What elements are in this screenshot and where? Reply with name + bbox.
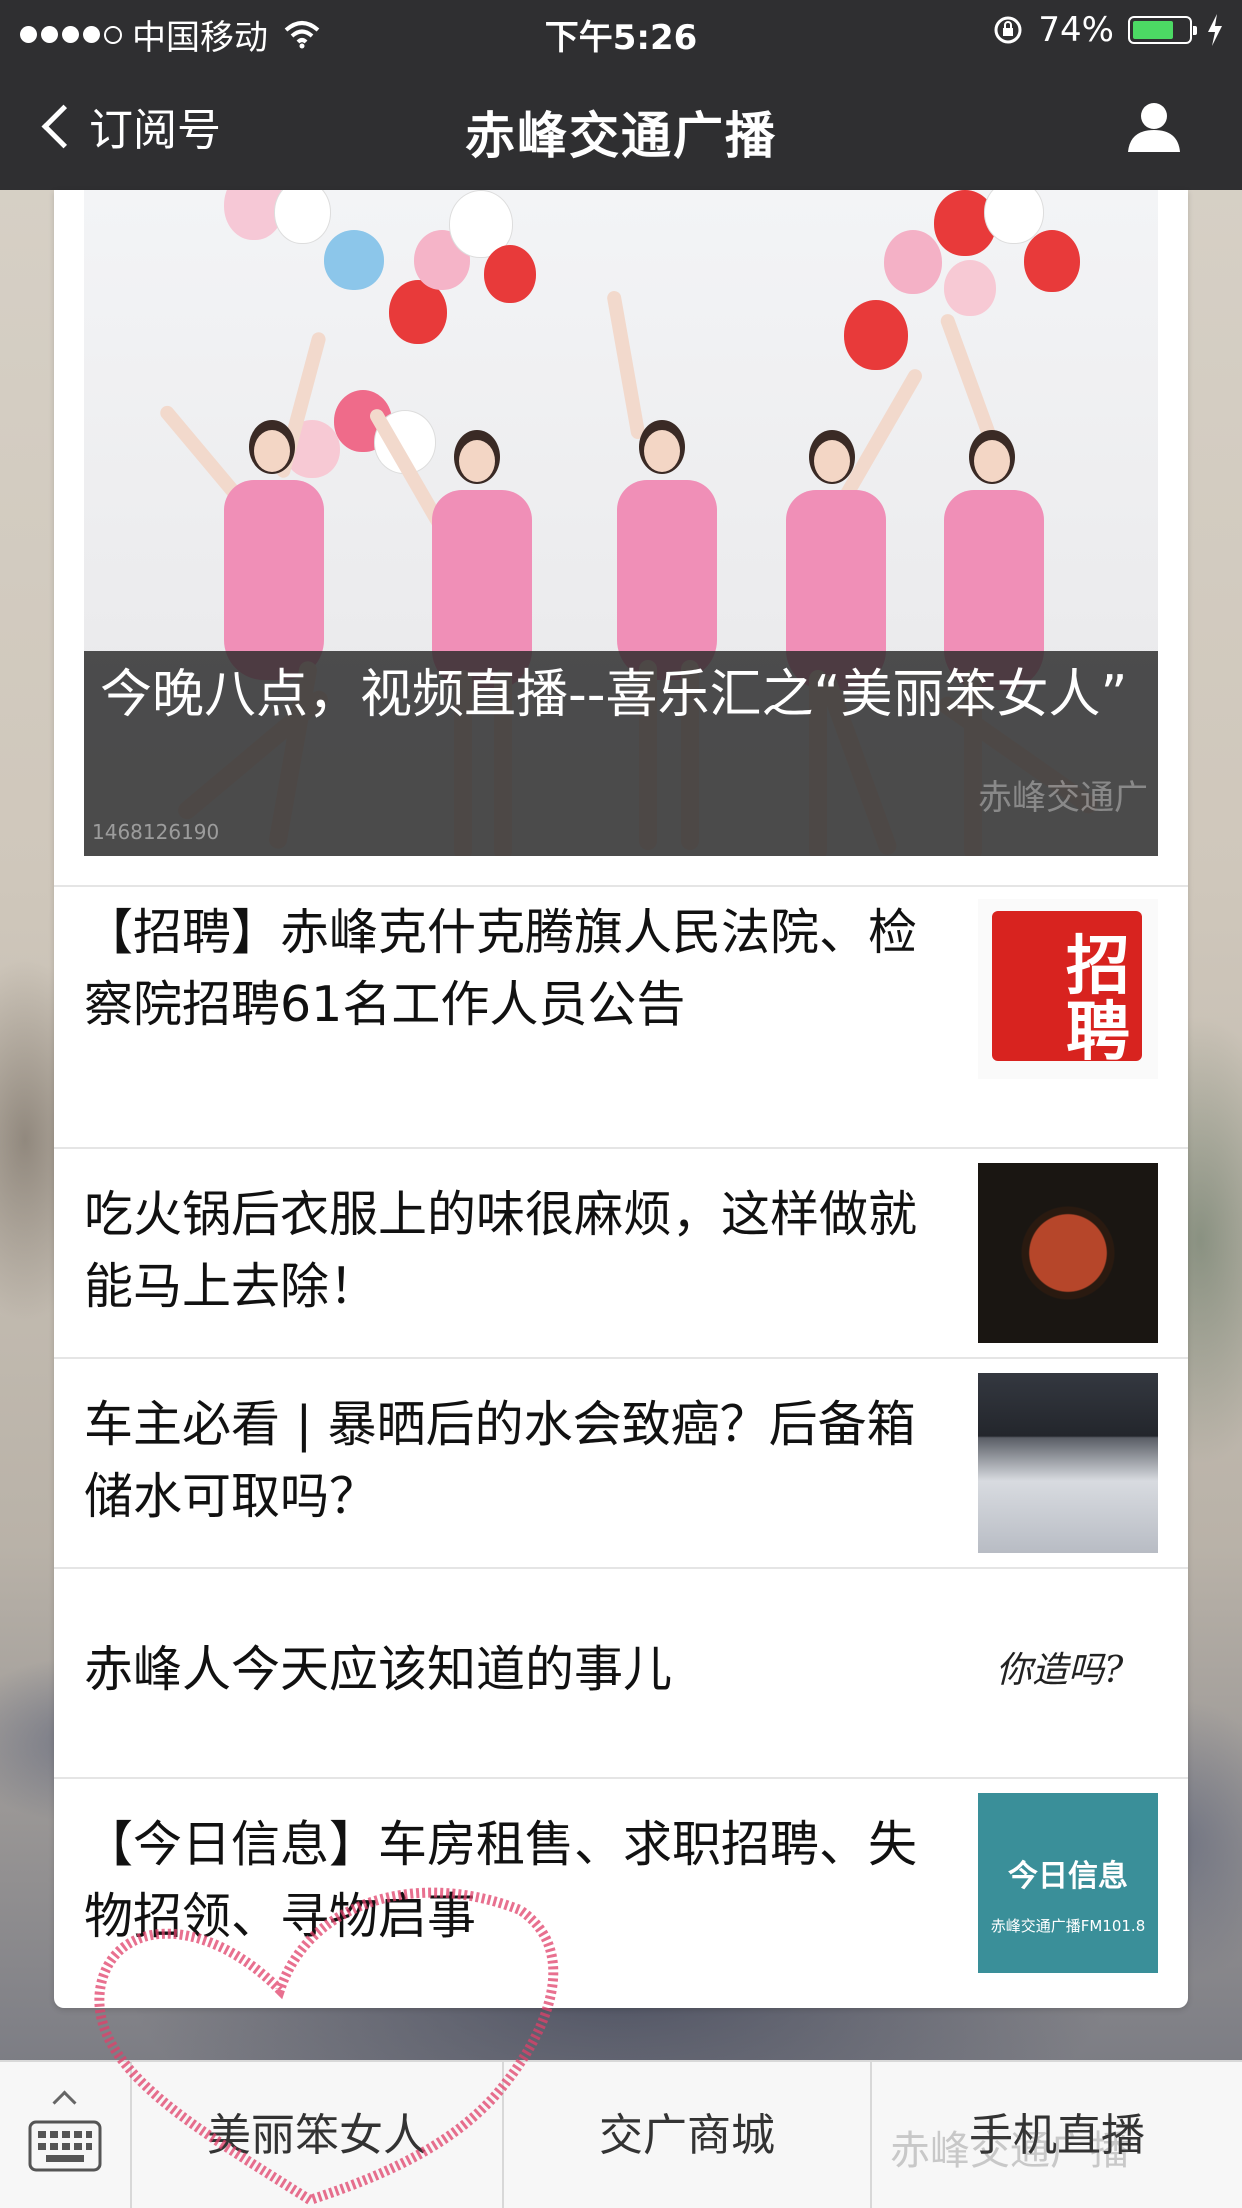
- question-thumb-text: 你造吗?: [996, 1650, 1124, 1691]
- status-right-group: 74%: [992, 10, 1224, 50]
- bottom-menu: 美丽笨女人 交广商城 手机直播 赤峰交通广播: [0, 2060, 1242, 2208]
- article-item[interactable]: 【今日信息】车房租售、求职招聘、失物招领、寻物启事 今日信息 赤峰交通广播FM1…: [54, 1777, 1188, 1999]
- car-trunk-image: [978, 1373, 1158, 1553]
- article-title: 【招聘】赤峰克什克腾旗人民法院、检察院招聘61名工作人员公告: [84, 904, 918, 1033]
- status-bar: 中国移动 下午5:26 74%: [0, 0, 1242, 64]
- hero-watermark: 赤峰交通广: [978, 778, 1148, 818]
- recruit-seal-image: 招 聘: [978, 899, 1158, 1079]
- menu-tab-mall[interactable]: 交广商城: [504, 2062, 872, 2208]
- daily-thumb-subtitle: 赤峰交通广播FM101.8: [990, 1917, 1146, 1935]
- hero-article[interactable]: 赤峰交通广 1468126190 今晚八点，视频直播--喜乐汇之“美丽笨女人”: [84, 190, 1158, 856]
- profile-icon[interactable]: [1124, 96, 1184, 156]
- hero-title: 今晚八点，视频直播--喜乐汇之“美丽笨女人”: [100, 665, 1128, 725]
- article-item[interactable]: 吃火锅后衣服上的味很麻烦，这样做就能马上去除！: [54, 1147, 1188, 1359]
- article-item[interactable]: 【招聘】赤峰克什克腾旗人民法院、检察院招聘61名工作人员公告 招 聘: [54, 885, 1188, 1149]
- battery-icon: [1128, 16, 1197, 44]
- charging-bolt-icon: [1208, 14, 1222, 46]
- hero-image-code: 1468126190: [92, 820, 220, 844]
- hotpot-image: [978, 1163, 1158, 1343]
- article-title: 【今日信息】车房租售、求职招聘、失物招领、寻物启事: [84, 1816, 918, 1945]
- daily-info-image: 今日信息 赤峰交通广播FM101.8: [978, 1793, 1158, 1973]
- menu-watermark: 赤峰交通广播: [890, 2128, 1130, 2174]
- article-title: 赤峰人今天应该知道的事儿: [84, 1641, 673, 1698]
- article-item[interactable]: 车主必看 | 暴晒后的水会致癌？后备箱储水可取吗？: [54, 1357, 1188, 1569]
- article-list-card: 赤峰交通广 1468126190 今晚八点，视频直播--喜乐汇之“美丽笨女人” …: [54, 190, 1188, 2008]
- article-title: 吃火锅后衣服上的味很麻烦，这样做就能马上去除！: [84, 1186, 918, 1315]
- article-item[interactable]: 赤峰人今天应该知道的事儿 你造吗?: [54, 1567, 1188, 1779]
- menu-tab-beautiful-silly-woman[interactable]: 美丽笨女人: [132, 2062, 504, 2208]
- screen: 中国移动 下午5:26 74% 订阅号 赤峰交通广播 赤峰交通广 1468126…: [0, 0, 1242, 2208]
- battery-percent: 74%: [1038, 10, 1114, 50]
- rotation-lock-icon: [994, 16, 1022, 44]
- chevron-up-icon: [52, 2090, 77, 2115]
- daily-thumb-title: 今日信息: [1008, 1859, 1128, 1894]
- page-title: 赤峰交通广播: [465, 107, 777, 165]
- keyboard-icon: [28, 2120, 102, 2172]
- question-text-image: 你造吗?: [978, 1583, 1158, 1763]
- article-title: 车主必看 | 暴晒后的水会致癌？后备箱储水可取吗？: [84, 1396, 916, 1525]
- seal-char-2: 聘: [1066, 996, 1130, 1070]
- keyboard-toggle-button[interactable]: [0, 2062, 132, 2208]
- nav-bar: 订阅号 赤峰交通广播: [0, 64, 1242, 190]
